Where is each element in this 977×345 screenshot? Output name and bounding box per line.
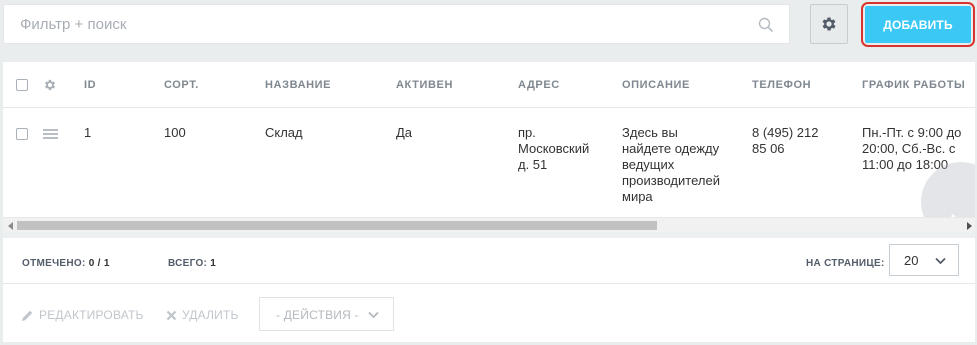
grid-table: ID СОРТ. НАЗВАНИЕ АКТИВЕН АДРЕС ОПИСАНИЕ… bbox=[3, 62, 975, 217]
total-value: 1 bbox=[210, 258, 217, 269]
filter-settings-button[interactable] bbox=[810, 4, 848, 44]
cell-id: 1 bbox=[84, 125, 92, 140]
cell-schedule-line: Пн.-Пт. с 9:00 до bbox=[862, 125, 962, 140]
table-row[interactable]: 1 100 Склад Да пр. Московский д. 51 Здес… bbox=[3, 109, 975, 217]
per-page-select[interactable]: 20 bbox=[889, 244, 959, 276]
delete-label: УДАЛИТЬ bbox=[182, 308, 239, 322]
close-icon bbox=[166, 310, 177, 320]
select-all-checkbox[interactable] bbox=[16, 79, 28, 91]
column-header-active[interactable]: АКТИВЕН bbox=[396, 79, 453, 91]
cell-address-line: Московский bbox=[518, 141, 590, 156]
cell-description-line: производителей bbox=[622, 173, 720, 188]
column-header-name[interactable]: НАЗВАНИЕ bbox=[265, 79, 331, 91]
cell-address-line: д. 51 bbox=[518, 157, 548, 172]
add-button-highlight: ДОБАВИТЬ bbox=[861, 2, 975, 47]
cell-description-line: мира bbox=[622, 189, 653, 204]
add-button[interactable]: ДОБАВИТЬ bbox=[865, 6, 971, 43]
total-count: ВСЕГО: 1 bbox=[168, 258, 216, 269]
delete-button[interactable]: УДАЛИТЬ bbox=[166, 308, 239, 322]
column-header-schedule[interactable]: ГРАФИК РАБОТЫ bbox=[862, 79, 965, 91]
grid-panel: ID СОРТ. НАЗВАНИЕ АКТИВЕН АДРЕС ОПИСАНИЕ… bbox=[3, 62, 975, 342]
row-menu-icon[interactable] bbox=[43, 129, 58, 139]
pencil-icon bbox=[22, 310, 33, 321]
cell-active: Да bbox=[396, 125, 413, 140]
actions-select-label: - ДЕЙСТВИЯ - bbox=[276, 308, 359, 322]
grid-header-row: ID СОРТ. НАЗВАНИЕ АКТИВЕН АДРЕС ОПИСАНИЕ… bbox=[3, 62, 975, 108]
column-header-address[interactable]: АДРЕС bbox=[518, 79, 560, 91]
filter-search-input[interactable] bbox=[4, 5, 789, 43]
edit-label: РЕДАКТИРОВАТЬ bbox=[39, 308, 144, 322]
row-checkbox[interactable] bbox=[16, 128, 28, 140]
cell-description: Здесь вы найдете одежду ведущих производ… bbox=[622, 125, 720, 205]
cell-sort: 100 bbox=[164, 125, 186, 140]
column-settings-icon[interactable] bbox=[43, 78, 57, 92]
column-header-sort[interactable]: СОРТ. bbox=[164, 79, 199, 91]
checked-label: ОТМЕЧЕНО: bbox=[22, 258, 86, 269]
chevron-down-icon bbox=[368, 311, 379, 319]
per-page-label: НА СТРАНИЦЕ: bbox=[806, 258, 885, 269]
total-label: ВСЕГО: bbox=[168, 258, 208, 269]
column-header-id[interactable]: ID bbox=[84, 79, 96, 91]
cell-phone-line: 8 (495) 212 bbox=[752, 125, 819, 140]
cell-name: Склад bbox=[265, 125, 303, 140]
cell-description-line: Здесь вы bbox=[622, 125, 678, 140]
edit-button[interactable]: РЕДАКТИРОВАТЬ bbox=[21, 308, 144, 322]
horizontal-scrollbar[interactable] bbox=[3, 217, 975, 232]
checked-value: 0 / 1 bbox=[88, 258, 110, 269]
scroll-left-arrow-icon[interactable] bbox=[8, 222, 13, 230]
cell-description-line: найдете одежду bbox=[622, 141, 720, 156]
column-header-description[interactable]: ОПИСАНИЕ bbox=[622, 79, 690, 91]
cell-description-line: ведущих bbox=[622, 157, 675, 172]
per-page-value: 20 bbox=[904, 253, 919, 268]
search-icon[interactable] bbox=[758, 17, 774, 33]
gear-icon bbox=[822, 17, 836, 31]
chevron-down-icon bbox=[935, 257, 946, 265]
filter-search-box[interactable] bbox=[3, 4, 790, 44]
column-header-phone[interactable]: ТЕЛЕФОН bbox=[752, 79, 811, 91]
scrollbar-thumb[interactable] bbox=[17, 221, 657, 230]
cell-phone-line: 85 06 bbox=[752, 141, 785, 156]
cell-phone: 8 (495) 212 85 06 bbox=[752, 125, 819, 157]
cell-address: пр. Московский д. 51 bbox=[518, 125, 589, 173]
cell-address-line: пр. bbox=[518, 125, 536, 140]
checked-count: ОТМЕЧЕНО: 0 / 1 bbox=[22, 258, 110, 269]
cell-schedule-line: 20:00, Сб.-Вс. с bbox=[862, 141, 956, 156]
actions-select[interactable]: - ДЕЙСТВИЯ - bbox=[259, 297, 394, 331]
scroll-right-arrow-icon[interactable] bbox=[967, 222, 972, 230]
action-panel: РЕДАКТИРОВАТЬ УДАЛИТЬ - ДЕЙСТВИЯ - bbox=[3, 284, 975, 342]
grid-footer: ОТМЕЧЕНО: 0 / 1 ВСЕГО: 1 НА СТРАНИЦЕ: 20 bbox=[3, 238, 975, 284]
